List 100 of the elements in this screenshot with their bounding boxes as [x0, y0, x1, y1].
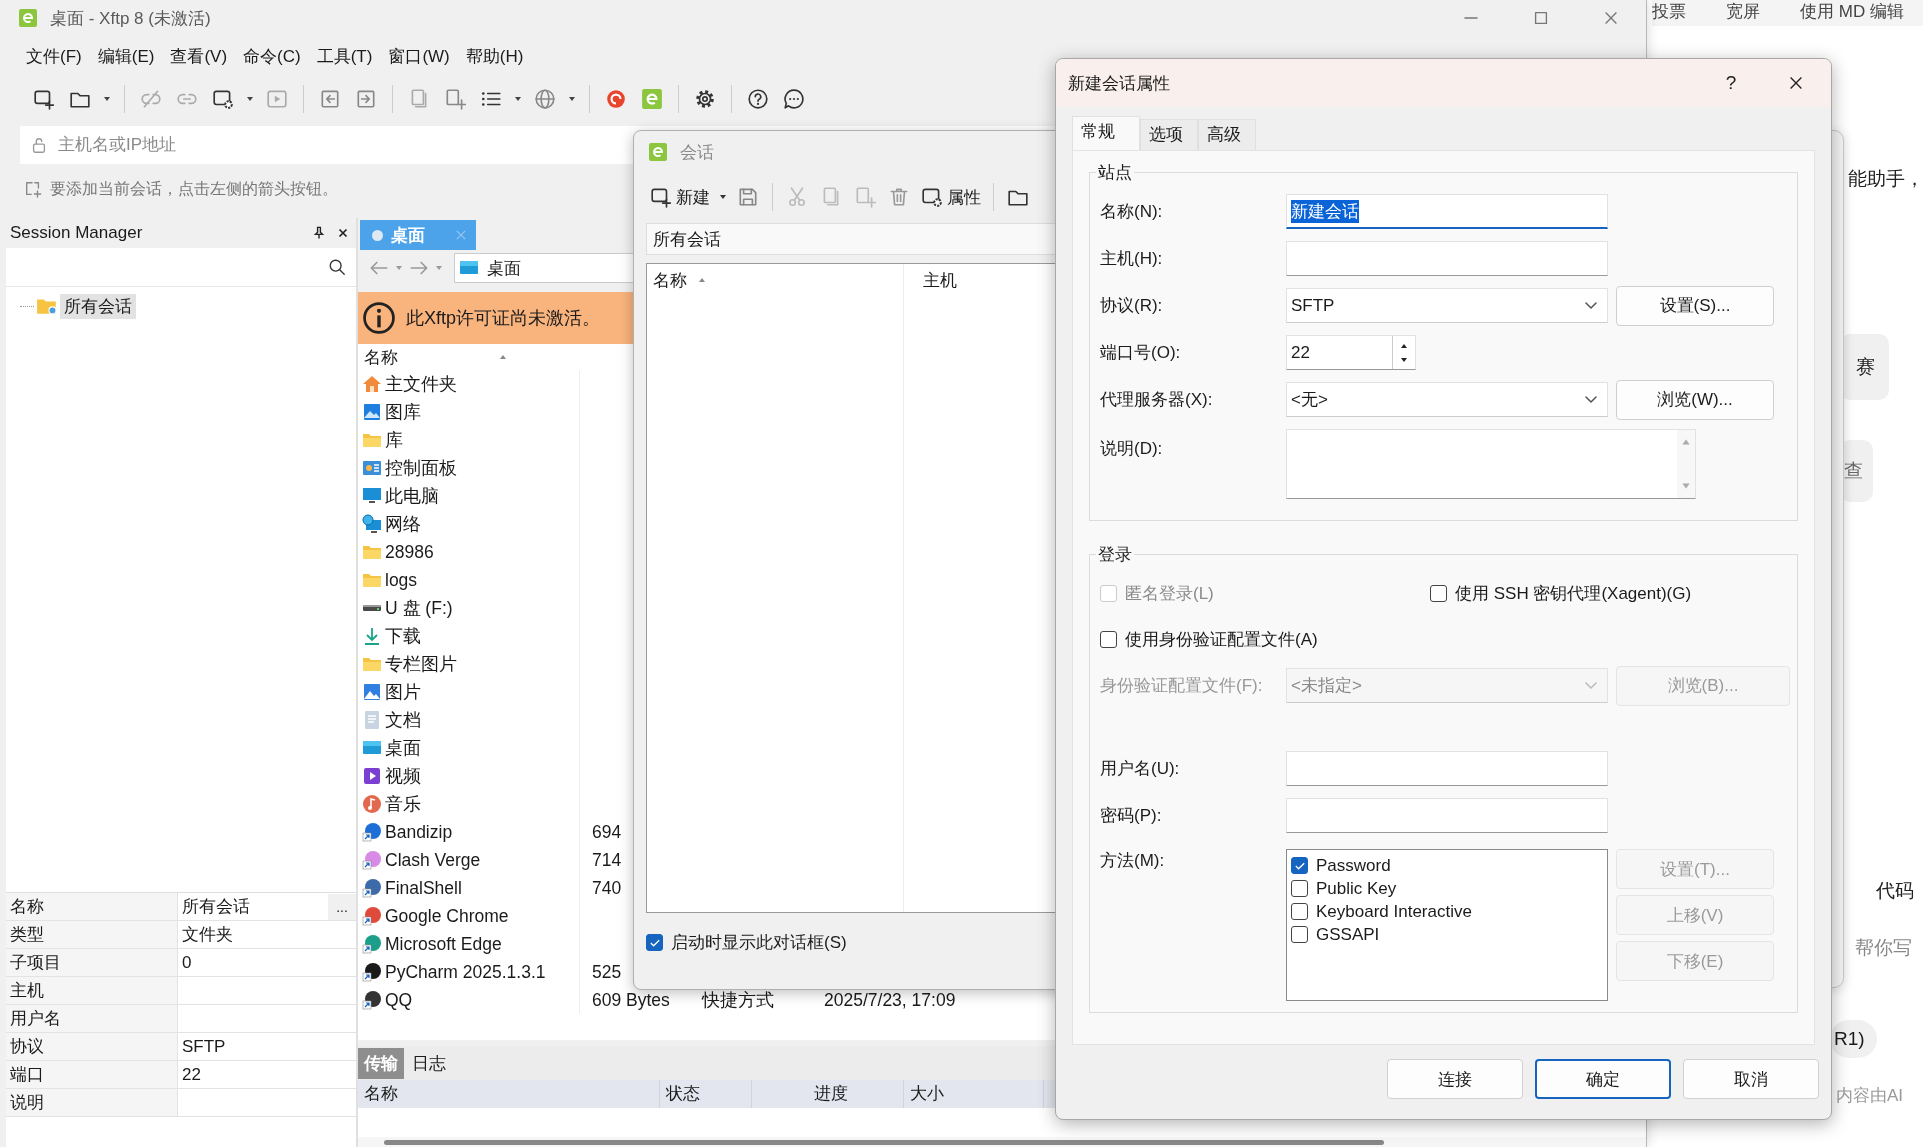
button[interactable]: 取消 [1683, 1059, 1819, 1099]
checkbox[interactable] [1291, 903, 1308, 920]
menu-item[interactable]: 编辑(E) [97, 42, 155, 70]
nav-link[interactable]: 投票 [1652, 0, 1686, 26]
column-header[interactable]: 主机 [909, 268, 957, 292]
checkbox[interactable] [1291, 926, 1308, 943]
checkbox[interactable] [1430, 584, 1447, 602]
scrollbar-thumb[interactable] [384, 1139, 1384, 1145]
file-name[interactable]: 文档 [385, 708, 421, 732]
menu-item[interactable]: 文件(F) [26, 42, 82, 70]
globe-icon[interactable] [534, 88, 556, 110]
file-name[interactable]: 图片 [385, 680, 421, 704]
tab[interactable]: 日志 [406, 1047, 452, 1079]
chip-button[interactable]: R1) [1830, 1020, 1877, 1058]
more-button[interactable]: ... [328, 893, 356, 920]
file-name[interactable]: PyCharm 2025.1.3.1 [385, 961, 546, 983]
file-name[interactable]: logs [385, 569, 418, 591]
text-field[interactable]: 新建会话 [1286, 194, 1608, 229]
file-name[interactable]: 控制面板 [385, 456, 457, 480]
number-field[interactable]: 22 [1286, 335, 1416, 370]
nav-link[interactable]: 使用 MD 编辑 [1800, 0, 1904, 26]
menu-item[interactable]: 命令(C) [243, 42, 301, 70]
address-field[interactable]: 主机名或IP地址 [56, 134, 460, 156]
tree-item[interactable]: 所有会话 [60, 293, 136, 319]
checkbox[interactable] [1291, 857, 1308, 874]
chat-icon[interactable] [783, 88, 805, 110]
file-name[interactable]: 视频 [385, 764, 421, 788]
file-name[interactable]: 库 [385, 428, 403, 452]
shortcut-app-icon [362, 822, 382, 842]
help-button[interactable]: ? [1701, 63, 1761, 103]
text-field[interactable] [1286, 798, 1608, 833]
app-icon[interactable] [641, 88, 663, 110]
swirl-icon[interactable] [605, 88, 627, 110]
picture-icon [362, 682, 382, 702]
button[interactable]: 浏览(W)... [1616, 379, 1774, 420]
group-title: 登录 [1097, 544, 1133, 566]
file-name[interactable]: U 盘 (F:) [385, 596, 453, 620]
close-icon[interactable] [336, 226, 350, 240]
panel-title: Session Manager [10, 223, 144, 243]
file-name[interactable]: QQ [385, 989, 413, 1011]
button[interactable]: 设置(S)... [1616, 285, 1774, 326]
arrow-right-icon[interactable] [355, 88, 377, 110]
page-plus-icon[interactable] [444, 88, 466, 110]
help-icon[interactable] [747, 88, 769, 110]
banner-text: 此Xftp许可证尚未激活。 [406, 307, 601, 330]
dropdown[interactable]: <无> [1286, 382, 1608, 417]
shortcut-app-icon [362, 962, 382, 982]
arrow-left-icon[interactable] [319, 88, 341, 110]
session-settings-icon[interactable] [212, 88, 234, 110]
checkbox[interactable] [1100, 630, 1117, 648]
file-name[interactable]: 专栏图片 [385, 652, 457, 676]
checkbox-label: Password [1316, 855, 1391, 876]
properties-button[interactable]: 属性 [919, 183, 983, 211]
text-field[interactable] [1286, 751, 1608, 786]
tab[interactable]: 选项 [1140, 119, 1198, 150]
settings-icon[interactable] [694, 88, 716, 110]
file-name[interactable]: 音乐 [385, 792, 421, 816]
tab[interactable]: 常规 [1072, 116, 1140, 150]
file-name[interactable]: 图库 [385, 400, 421, 424]
file-name[interactable]: 28986 [385, 541, 434, 563]
search-icon[interactable] [328, 258, 346, 276]
file-name[interactable]: 下载 [385, 624, 421, 648]
file-name[interactable]: Google Chrome [385, 905, 509, 927]
unlink-icon[interactable] [140, 88, 162, 110]
cut-icon[interactable] [786, 186, 808, 208]
play-icon[interactable] [266, 88, 288, 110]
file-name[interactable]: 主文件夹 [385, 372, 457, 396]
file-name[interactable]: Bandizip [385, 821, 453, 843]
file-name[interactable]: 网络 [385, 512, 421, 536]
tab[interactable]: 高级 [1198, 119, 1256, 150]
property-name: 协议 [6, 1033, 178, 1061]
column-header[interactable]: 名称 [364, 345, 398, 369]
checkbox[interactable] [1291, 880, 1308, 897]
file-name[interactable]: 此电脑 [385, 484, 439, 508]
video-icon [362, 766, 382, 786]
button[interactable]: 确定 [1535, 1059, 1671, 1099]
file-name[interactable]: Clash Verge [385, 849, 481, 871]
file-size: 694 [592, 821, 622, 842]
file-name[interactable]: FinalShell [385, 877, 462, 899]
dropdown[interactable]: SFTP [1286, 288, 1608, 323]
paste-icon[interactable] [854, 186, 876, 208]
nav-link[interactable]: 宽屏 [1726, 0, 1760, 26]
file-name[interactable]: 桌面 [385, 736, 421, 760]
file-name[interactable]: Microsoft Edge [385, 933, 502, 955]
control-panel-icon [362, 458, 382, 478]
checkbox[interactable] [646, 934, 663, 951]
new-session-icon[interactable] [33, 88, 55, 110]
field-label: 名称(N): [1100, 201, 1164, 223]
app-icon [648, 142, 668, 162]
pin-icon[interactable] [312, 226, 326, 240]
menu-item[interactable]: 窗口(W) [388, 42, 450, 70]
save-icon[interactable] [737, 186, 759, 208]
menu-item[interactable]: 帮助(H) [465, 42, 524, 70]
button[interactable]: 连接 [1387, 1059, 1523, 1099]
window-title: 桌面 - Xftp 8 (未激活) [50, 7, 211, 30]
text-field[interactable] [1286, 241, 1608, 276]
menu-item[interactable]: 工具(T) [316, 42, 373, 70]
new-button[interactable]: 新建 [648, 183, 712, 211]
menu-item[interactable]: 查看(V) [170, 42, 228, 70]
delete-icon[interactable] [888, 186, 910, 208]
